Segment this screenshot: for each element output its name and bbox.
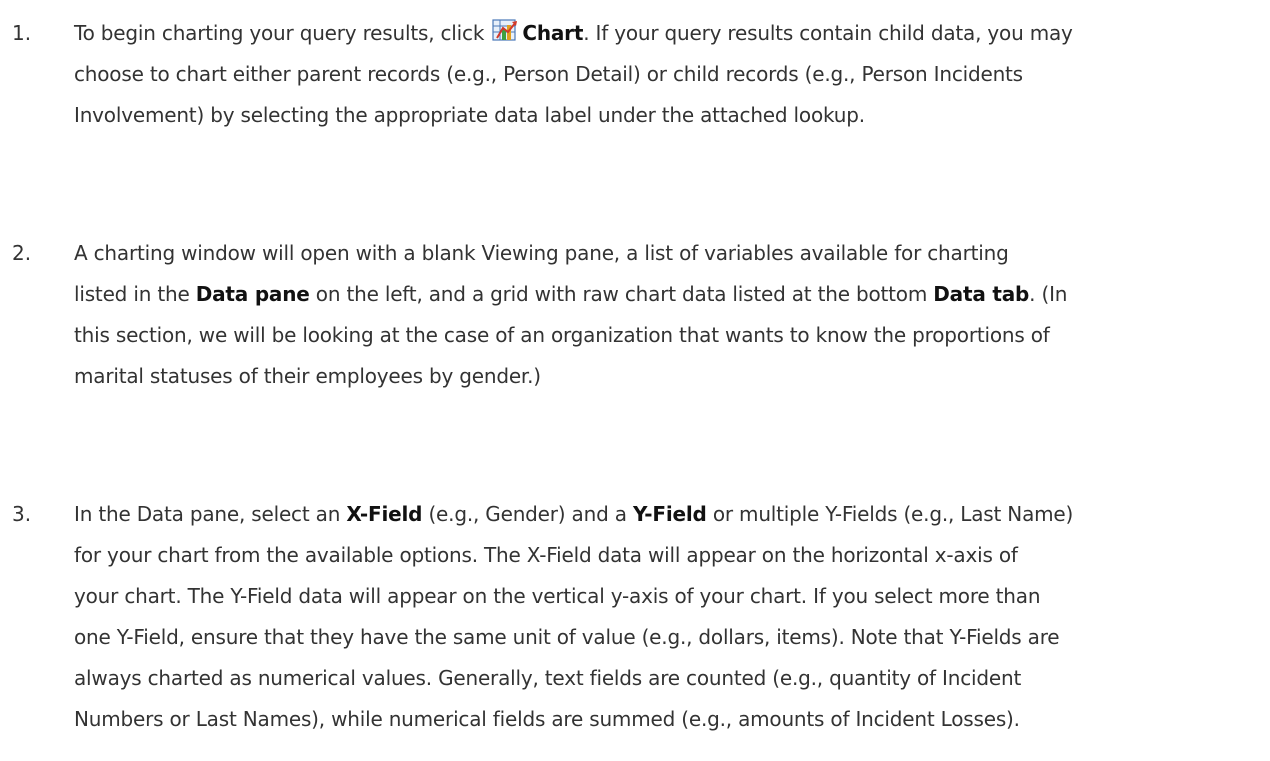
step-body: In the Data pane, select an X-Field (e.g… xyxy=(74,494,1259,740)
step-number: 2. xyxy=(12,241,32,265)
step-line: choose to chart either parent records (e… xyxy=(74,54,1259,95)
step-text: always charted as numerical values. Gene… xyxy=(74,666,1022,690)
step-text: your chart. The Y-Field data will appear… xyxy=(74,584,1041,608)
step-line: Numbers or Last Names), while numerical … xyxy=(74,699,1259,740)
step-line: one Y-Field, ensure that they have the s… xyxy=(74,617,1259,658)
step-line: In the Data pane, select an X-Field (e.g… xyxy=(74,494,1259,535)
y-field-term: Y-Field xyxy=(632,502,707,526)
step-body: To begin charting your query results, cl… xyxy=(74,13,1259,136)
step-text: this section, we will be looking at the … xyxy=(74,323,1050,347)
step-body: A charting window will open with a blank… xyxy=(74,233,1259,397)
step-line: marital statuses of their employees by g… xyxy=(74,356,1259,397)
step-line: To begin charting your query results, cl… xyxy=(74,13,1259,54)
data-pane-term: Data pane xyxy=(195,282,310,306)
step-text: choose to chart either parent records (e… xyxy=(74,62,1023,86)
chart-button-label[interactable]: Chart xyxy=(522,21,583,45)
step-text: To begin charting your query results, cl… xyxy=(74,21,491,45)
x-field-term: X-Field xyxy=(346,502,423,526)
step-line: listed in the Data pane on the left, and… xyxy=(74,274,1259,315)
step-line: Involvement) by selecting the appropriat… xyxy=(74,95,1259,136)
step-text: marital statuses of their employees by g… xyxy=(74,364,541,388)
step-line: for your chart from the available option… xyxy=(74,535,1259,576)
step-number: 3. xyxy=(12,502,32,526)
step-line: your chart. The Y-Field data will appear… xyxy=(74,576,1259,617)
step-line: this section, we will be looking at the … xyxy=(74,315,1259,356)
step-text: one Y-Field, ensure that they have the s… xyxy=(74,625,1060,649)
step-text: In the Data pane, select an xyxy=(74,502,347,526)
step-text: . If your query results contain child da… xyxy=(583,21,1073,45)
step-text: for your chart from the available option… xyxy=(74,543,1018,567)
step-number: 1. xyxy=(12,21,32,45)
step-text: . (In xyxy=(1029,282,1068,306)
step-text: on the left, and a grid with raw chart d… xyxy=(309,282,934,306)
step-text: Involvement) by selecting the appropriat… xyxy=(74,103,865,127)
step-text: (e.g., Gender) and a xyxy=(422,502,633,526)
step-text: or multiple Y-Fields (e.g., Last Name) xyxy=(706,502,1074,526)
step-text: listed in the xyxy=(74,282,196,306)
step-line: A charting window will open with a blank… xyxy=(74,233,1259,274)
step-text: Numbers or Last Names), while numerical … xyxy=(74,707,1020,731)
step-text: A charting window will open with a blank… xyxy=(74,241,1009,265)
chart-icon xyxy=(492,19,518,41)
data-tab-term: Data tab xyxy=(933,282,1030,306)
step-line: always charted as numerical values. Gene… xyxy=(74,658,1259,699)
